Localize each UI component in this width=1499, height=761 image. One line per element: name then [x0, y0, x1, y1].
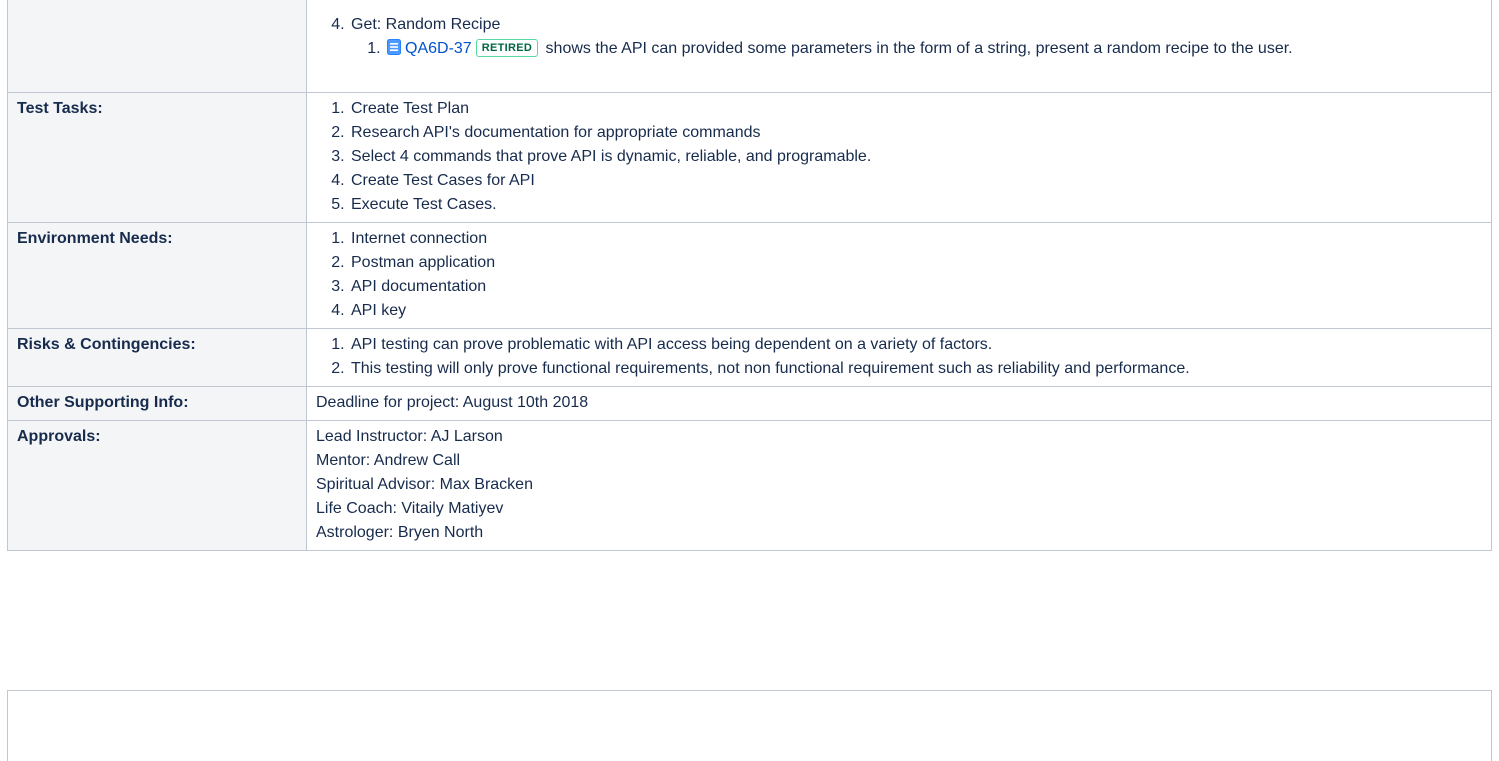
list-item: Create Test Plan — [349, 97, 1483, 121]
table-row-environment-needs: Environment Needs: Internet connection P… — [7, 222, 1492, 329]
list-item-label: Get: Random Recipe — [351, 16, 501, 33]
list-item-random-recipe: Get: Random Recipe QA6D-37RETIRED shows … — [349, 13, 1483, 61]
row-label-test-tasks: Test Tasks: — [7, 92, 307, 223]
test-plan-table: Get: Random Recipe QA6D-37RETIRED shows … — [7, 0, 1492, 551]
recipe-sub-list: QA6D-37RETIRED shows the API can provide… — [351, 37, 1483, 61]
approval-line: Lead Instructor: AJ Larson — [316, 428, 503, 445]
list-item: API testing can prove problematic with A… — [349, 333, 1483, 357]
approval-line: Life Coach: Vitaily Matiyev — [316, 500, 504, 517]
list-item: Create Test Cases for API — [349, 169, 1483, 193]
environment-needs-list: Internet connection Postman application … — [316, 227, 1483, 323]
list-item: Execute Test Cases. — [349, 193, 1483, 217]
issue-key[interactable]: QA6D-37 — [405, 40, 472, 57]
approval-line: Mentor: Andrew Call — [316, 452, 461, 469]
table-row-approvals: Approvals: Lead Instructor: AJ Larson Me… — [7, 420, 1492, 551]
list-item: Select 4 commands that prove API is dyna… — [349, 145, 1483, 169]
row-label-approvals: Approvals: — [7, 420, 307, 551]
row-value-environment-needs: Internet connection Postman application … — [306, 222, 1492, 329]
issue-description: shows the API can provided some paramete… — [545, 40, 1293, 57]
approval-line: Astrologer: Bryen North — [316, 524, 484, 541]
list-item: Research API's documentation for appropr… — [349, 121, 1483, 145]
table-row-test-items: Get: Random Recipe QA6D-37RETIRED shows … — [7, 0, 1492, 93]
test-tasks-list: Create Test Plan Research API's document… — [316, 97, 1483, 217]
test-items-list: Get: Random Recipe QA6D-37RETIRED shows … — [316, 13, 1483, 61]
row-label-risks: Risks & Contingencies: — [7, 328, 307, 387]
list-item: Postman application — [349, 251, 1483, 275]
list-item: This testing will only prove functional … — [349, 357, 1483, 381]
story-page-icon — [387, 39, 401, 55]
row-value-approvals: Lead Instructor: AJ Larson Mentor: Andre… — [306, 420, 1492, 551]
approval-line: Spiritual Advisor: Max Bracken — [316, 476, 533, 493]
row-label-other-info: Other Supporting Info: — [7, 386, 307, 421]
jira-issue-link[interactable]: QA6D-37 — [387, 39, 472, 57]
list-item: API documentation — [349, 275, 1483, 299]
table-row-risks: Risks & Contingencies: API testing can p… — [7, 328, 1492, 387]
row-value-risks: API testing can prove problematic with A… — [306, 328, 1492, 387]
table-row-other-info: Other Supporting Info: Deadline for proj… — [7, 386, 1492, 421]
row-value-test-items: Get: Random Recipe QA6D-37RETIRED shows … — [306, 0, 1492, 93]
status-badge: RETIRED — [475, 39, 539, 57]
row-label-empty — [7, 0, 307, 93]
row-value-test-tasks: Create Test Plan Research API's document… — [306, 92, 1492, 223]
row-value-other-info: Deadline for project: August 10th 2018 — [306, 386, 1492, 421]
risks-list: API testing can prove problematic with A… — [316, 333, 1483, 381]
list-item: API key — [349, 299, 1483, 323]
list-item: Internet connection — [349, 227, 1483, 251]
row-label-environment-needs: Environment Needs: — [7, 222, 307, 329]
empty-content-panel — [7, 690, 1492, 761]
table-row-test-tasks: Test Tasks: Create Test Plan Research AP… — [7, 92, 1492, 223]
list-item-issue: QA6D-37RETIRED shows the API can provide… — [385, 37, 1483, 61]
